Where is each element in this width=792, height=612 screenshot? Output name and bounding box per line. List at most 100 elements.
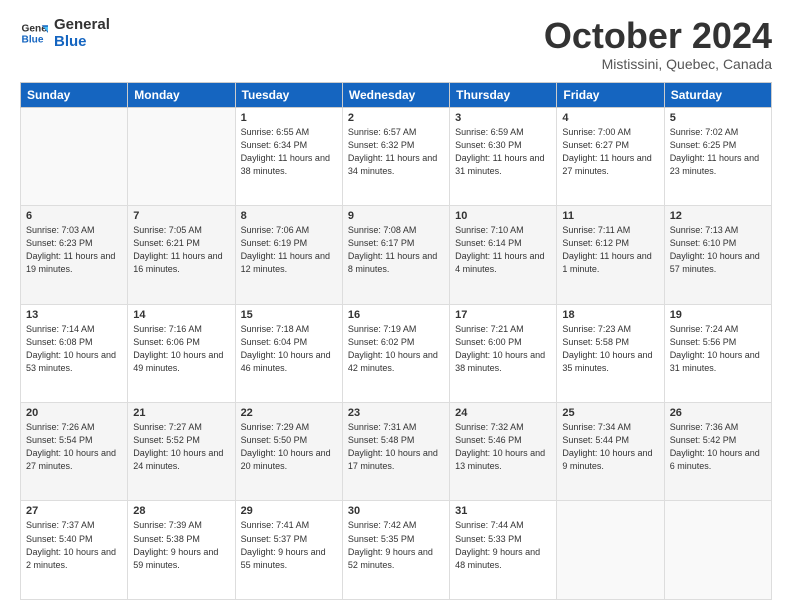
day-info: Sunrise: 7:23 AM Sunset: 5:58 PM Dayligh… <box>562 323 658 375</box>
calendar-cell: 18Sunrise: 7:23 AM Sunset: 5:58 PM Dayli… <box>557 304 664 402</box>
calendar-cell: 23Sunrise: 7:31 AM Sunset: 5:48 PM Dayli… <box>342 403 449 501</box>
calendar-cell: 5 Sunrise: 7:02 AM Sunset: 6:25 PM Daylig… <box>664 107 771 205</box>
day-number: 11 <box>562 210 658 222</box>
day-info: Sunrise: 7:16 AM Sunset: 6:06 PM Dayligh… <box>133 323 229 375</box>
day-info: Sunrise: 7:06 AM Sunset: 6:19 PM Dayligh… <box>241 224 337 276</box>
day-info: Sunrise: 6:55 AM Sunset: 6:34 PM Dayligh… <box>241 126 337 178</box>
calendar-cell: 30Sunrise: 7:42 AM Sunset: 5:35 PM Dayli… <box>342 501 449 600</box>
weekday-header-tuesday: Tuesday <box>235 82 342 107</box>
svg-text:Blue: Blue <box>22 35 44 46</box>
calendar-cell <box>128 107 235 205</box>
calendar-cell: 12 Sunrise: 7:13 AM Sunset: 6:10 PM Dayli… <box>664 206 771 304</box>
day-info: Sunrise: 7:31 AM Sunset: 5:48 PM Dayligh… <box>348 421 444 473</box>
calendar-cell: 15 Sunrise: 7:18 AM Sunset: 6:04 PM Dayli… <box>235 304 342 402</box>
day-number: 6 <box>26 210 122 222</box>
day-info: Sunrise: 7:44 AM Sunset: 5:33 PM Dayligh… <box>455 519 551 571</box>
day-info: Sunrise: 7:32 AM Sunset: 5:46 PM Dayligh… <box>455 421 551 473</box>
calendar-cell <box>664 501 771 600</box>
calendar-cell: 1 Sunrise: 6:55 AM Sunset: 6:34 PM Daylig… <box>235 107 342 205</box>
day-info: Sunrise: 6:59 AM Sunset: 6:30 PM Dayligh… <box>455 126 551 178</box>
calendar-cell: 10 Sunrise: 7:10 AM Sunset: 6:14 PM Dayli… <box>450 206 557 304</box>
day-info: Sunrise: 7:18 AM Sunset: 6:04 PM Dayligh… <box>241 323 337 375</box>
day-info: Sunrise: 6:57 AM Sunset: 6:32 PM Dayligh… <box>348 126 444 178</box>
day-number: 10 <box>455 210 551 222</box>
day-number: 13 <box>26 309 122 321</box>
day-number: 16 <box>348 309 444 321</box>
day-info: Sunrise: 7:19 AM Sunset: 6:02 PM Dayligh… <box>348 323 444 375</box>
day-number: 12 <box>670 210 766 222</box>
day-number: 24 <box>455 407 551 419</box>
calendar-cell: 3 Sunrise: 6:59 AM Sunset: 6:30 PM Daylig… <box>450 107 557 205</box>
calendar-cell: 4 Sunrise: 7:00 AM Sunset: 6:27 PM Daylig… <box>557 107 664 205</box>
day-info: Sunrise: 7:34 AM Sunset: 5:44 PM Dayligh… <box>562 421 658 473</box>
calendar-cell: 24 Sunrise: 7:32 AM Sunset: 5:46 PM Dayli… <box>450 403 557 501</box>
day-info: Sunrise: 7:42 AM Sunset: 5:35 PM Dayligh… <box>348 519 444 571</box>
day-number: 2 <box>348 112 444 124</box>
weekday-header-row: SundayMondayTuesdayWednesdayThursdayFrid… <box>21 82 772 107</box>
calendar-cell: 31Sunrise: 7:44 AM Sunset: 5:33 PM Dayli… <box>450 501 557 600</box>
logo-blue: Blue <box>54 33 110 50</box>
calendar-cell: 8 Sunrise: 7:06 AM Sunset: 6:19 PM Daylig… <box>235 206 342 304</box>
weekday-header-saturday: Saturday <box>664 82 771 107</box>
day-info: Sunrise: 7:41 AM Sunset: 5:37 PM Dayligh… <box>241 519 337 571</box>
day-number: 7 <box>133 210 229 222</box>
day-info: Sunrise: 7:11 AM Sunset: 6:12 PM Dayligh… <box>562 224 658 276</box>
day-number: 5 <box>670 112 766 124</box>
day-number: 3 <box>455 112 551 124</box>
calendar-cell: 21Sunrise: 7:27 AM Sunset: 5:52 PM Dayli… <box>128 403 235 501</box>
calendar-cell: 25 Sunrise: 7:34 AM Sunset: 5:44 PM Dayli… <box>557 403 664 501</box>
day-info: Sunrise: 7:29 AM Sunset: 5:50 PM Dayligh… <box>241 421 337 473</box>
day-number: 29 <box>241 505 337 517</box>
title-block: October 2024 Mistissini, Quebec, Canada <box>544 16 772 72</box>
calendar-cell: 7Sunrise: 7:05 AM Sunset: 6:21 PM Daylig… <box>128 206 235 304</box>
calendar-cell: 6 Sunrise: 7:03 AM Sunset: 6:23 PM Daylig… <box>21 206 128 304</box>
day-info: Sunrise: 7:00 AM Sunset: 6:27 PM Dayligh… <box>562 126 658 178</box>
day-number: 27 <box>26 505 122 517</box>
day-number: 19 <box>670 309 766 321</box>
day-info: Sunrise: 7:13 AM Sunset: 6:10 PM Dayligh… <box>670 224 766 276</box>
calendar-cell <box>557 501 664 600</box>
calendar-cell <box>21 107 128 205</box>
weekday-header-thursday: Thursday <box>450 82 557 107</box>
day-number: 15 <box>241 309 337 321</box>
day-info: Sunrise: 7:24 AM Sunset: 5:56 PM Dayligh… <box>670 323 766 375</box>
header: General Blue General Blue October 2024 M… <box>20 16 772 72</box>
logo-icon: General Blue <box>20 19 48 47</box>
calendar-cell: 26 Sunrise: 7:36 AM Sunset: 5:42 PM Dayli… <box>664 403 771 501</box>
calendar-cell: 11 Sunrise: 7:11 AM Sunset: 6:12 PM Dayli… <box>557 206 664 304</box>
calendar-cell: 14Sunrise: 7:16 AM Sunset: 6:06 PM Dayli… <box>128 304 235 402</box>
logo-general: General <box>54 16 110 33</box>
calendar-cell: 16 Sunrise: 7:19 AM Sunset: 6:02 PM Dayli… <box>342 304 449 402</box>
page: General Blue General Blue October 2024 M… <box>0 0 792 612</box>
month-title: October 2024 <box>544 16 772 56</box>
day-info: Sunrise: 7:21 AM Sunset: 6:00 PM Dayligh… <box>455 323 551 375</box>
day-number: 17 <box>455 309 551 321</box>
day-info: Sunrise: 7:08 AM Sunset: 6:17 PM Dayligh… <box>348 224 444 276</box>
location-subtitle: Mistissini, Quebec, Canada <box>544 56 772 72</box>
day-number: 26 <box>670 407 766 419</box>
day-number: 9 <box>348 210 444 222</box>
week-row-5: 27 Sunrise: 7:37 AM Sunset: 5:40 PM Dayli… <box>21 501 772 600</box>
day-info: Sunrise: 7:14 AM Sunset: 6:08 PM Dayligh… <box>26 323 122 375</box>
day-number: 1 <box>241 112 337 124</box>
logo: General Blue General Blue <box>20 16 110 51</box>
calendar-body: 1 Sunrise: 6:55 AM Sunset: 6:34 PM Daylig… <box>21 107 772 599</box>
day-info: Sunrise: 7:02 AM Sunset: 6:25 PM Dayligh… <box>670 126 766 178</box>
weekday-header-wednesday: Wednesday <box>342 82 449 107</box>
day-info: Sunrise: 7:37 AM Sunset: 5:40 PM Dayligh… <box>26 519 122 571</box>
day-info: Sunrise: 7:27 AM Sunset: 5:52 PM Dayligh… <box>133 421 229 473</box>
calendar-cell: 29 Sunrise: 7:41 AM Sunset: 5:37 PM Dayli… <box>235 501 342 600</box>
weekday-header-friday: Friday <box>557 82 664 107</box>
day-info: Sunrise: 7:36 AM Sunset: 5:42 PM Dayligh… <box>670 421 766 473</box>
weekday-header-sunday: Sunday <box>21 82 128 107</box>
calendar-table: SundayMondayTuesdayWednesdayThursdayFrid… <box>20 82 772 600</box>
day-info: Sunrise: 7:03 AM Sunset: 6:23 PM Dayligh… <box>26 224 122 276</box>
day-number: 4 <box>562 112 658 124</box>
week-row-3: 13 Sunrise: 7:14 AM Sunset: 6:08 PM Dayli… <box>21 304 772 402</box>
weekday-header-monday: Monday <box>128 82 235 107</box>
day-number: 25 <box>562 407 658 419</box>
day-number: 20 <box>26 407 122 419</box>
day-info: Sunrise: 7:10 AM Sunset: 6:14 PM Dayligh… <box>455 224 551 276</box>
day-number: 8 <box>241 210 337 222</box>
week-row-4: 20Sunrise: 7:26 AM Sunset: 5:54 PM Dayli… <box>21 403 772 501</box>
